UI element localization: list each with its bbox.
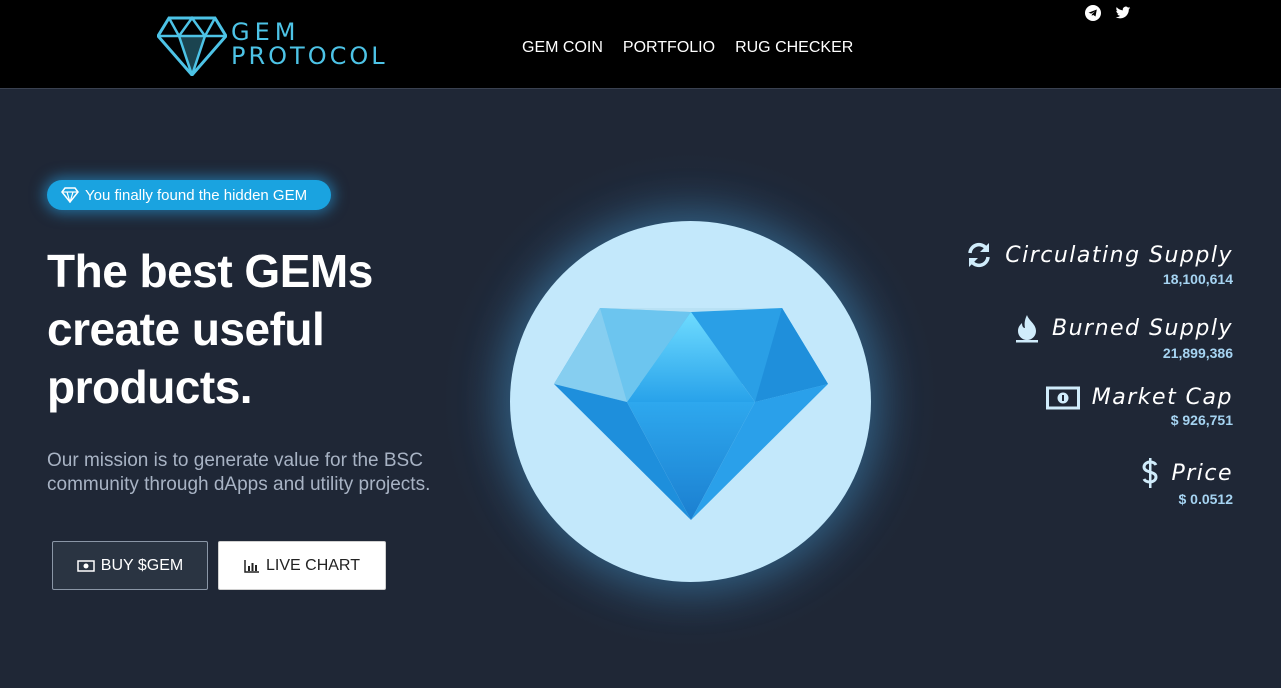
stat-value: 18,100,614: [1162, 271, 1233, 287]
nav-rug-checker[interactable]: RUG CHECKER: [735, 39, 853, 57]
flame-icon: [1016, 315, 1038, 343]
headline-line-1: The best GEMs: [47, 245, 373, 297]
stat-label: Circulating Supply: [1005, 242, 1233, 268]
social-links: [1085, 5, 1131, 21]
headline-line-3: products.: [47, 361, 253, 413]
large-gem-icon: [554, 308, 828, 520]
buy-gem-label: BUY $GEM: [100, 556, 184, 574]
live-chart-button[interactable]: LIVE CHART: [218, 541, 386, 590]
top-navbar: GEM PROTOCOL GEM COIN PORTFOLIO RUG CHEC…: [0, 0, 1281, 89]
nav-portfolio[interactable]: PORTFOLIO: [623, 39, 715, 57]
hero-headline: The best GEMs create useful products.: [47, 242, 467, 416]
stat-label: Price: [1171, 460, 1233, 486]
live-chart-label: LIVE CHART: [266, 556, 360, 574]
dollar-icon: [1142, 458, 1158, 488]
brand-logo[interactable]: GEM PROTOCOL: [157, 16, 389, 78]
stat-burned-supply: Burned Supply 21,899,386: [1014, 313, 1233, 361]
main-nav: GEM COIN PORTFOLIO RUG CHECKER: [522, 39, 853, 57]
diamond-icon: [61, 187, 79, 203]
mission-text: Our mission is to generate value for the…: [47, 450, 431, 495]
stat-value: 21,899,386: [1162, 345, 1233, 361]
stat-value: $ 926,751: [1170, 412, 1233, 428]
telegram-icon[interactable]: [1085, 5, 1101, 21]
nav-gem-coin[interactable]: GEM COIN: [522, 39, 603, 57]
diamond-logo-icon: [157, 16, 227, 76]
stat-value: $ 0.0512: [1178, 491, 1234, 507]
twitter-icon[interactable]: [1115, 5, 1131, 21]
refresh-icon: [968, 242, 990, 268]
bar-chart-icon: [244, 559, 260, 573]
badge-text: You finally found the hidden GEM: [85, 186, 308, 204]
brand-line2: PROTOCOL: [231, 42, 388, 70]
money-bill-icon: [1045, 386, 1080, 409]
brand-line1: GEM: [231, 18, 301, 46]
stat-label: Market Cap: [1091, 385, 1233, 410]
stat-label: Burned Supply: [1052, 315, 1233, 341]
brand-wordmark: GEM PROTOCOL: [231, 20, 388, 68]
stat-price: Price $ 0.0512: [1141, 457, 1233, 507]
hidden-gem-badge: You finally found the hidden GEM: [47, 180, 331, 210]
money-bill-icon: [77, 559, 95, 572]
buy-gem-button[interactable]: BUY $GEM: [52, 541, 208, 590]
headline-line-2: create useful: [47, 303, 325, 355]
stat-circulating-supply: Circulating Supply 18,100,614: [965, 241, 1233, 287]
stat-market-cap: Market Cap $ 926,751: [1045, 385, 1233, 428]
